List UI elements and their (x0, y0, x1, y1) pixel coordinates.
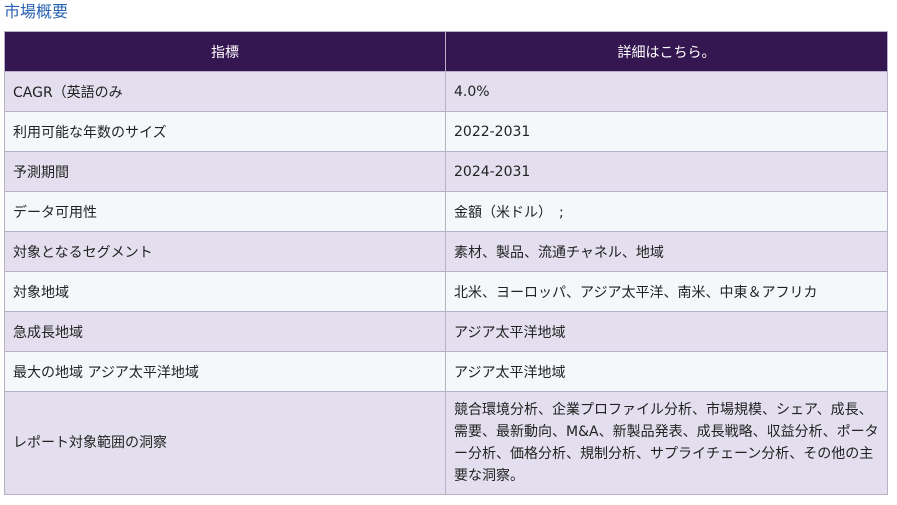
metric-cell: 対象となるセグメント (4, 231, 446, 272)
table-header-row: 指標 詳細はこちら。 (4, 31, 888, 72)
detail-cell: 2024-2031 (445, 151, 888, 192)
table-row: 利用可能な年数のサイズ 2022-2031 (4, 111, 888, 152)
metric-cell: 対象地域 (4, 271, 446, 312)
metric-cell: 予測期間 (4, 151, 446, 192)
table-row: 対象地域 北米、ヨーロッパ、アジア太平洋、南米、中東＆アフリカ (4, 271, 888, 312)
metric-cell: CAGR（英語のみ (4, 71, 446, 112)
detail-cell: 2022-2031 (445, 111, 888, 152)
header-detail: 詳細はこちら。 (445, 31, 888, 72)
table-row: CAGR（英語のみ 4.0% (4, 71, 888, 112)
section-title: 市場概要 (4, 2, 69, 21)
table-row: 急成長地域 アジア太平洋地域 (4, 311, 888, 352)
detail-cell: 金額（米ドル） ; (445, 191, 888, 232)
metric-cell: 利用可能な年数のサイズ (4, 111, 446, 152)
table-row: 対象となるセグメント 素材、製品、流通チャネル、地域 (4, 231, 888, 272)
detail-cell: 素材、製品、流通チャネル、地域 (445, 231, 888, 272)
metric-cell: レポート対象範囲の洞察 (4, 391, 446, 495)
detail-cell: 競合環境分析、企業プロファイル分析、市場規模、シェア、成長、需要、最新動向、M&… (445, 391, 888, 495)
header-metric: 指標 (4, 31, 446, 72)
market-overview-table: 指標 詳細はこちら。 CAGR（英語のみ 4.0% 利用可能な年数のサイズ 20… (4, 31, 888, 495)
table-row: データ可用性 金額（米ドル） ; (4, 191, 888, 232)
metric-cell: 急成長地域 (4, 311, 446, 352)
metric-cell: 最大の地域 アジア太平洋地域 (4, 351, 446, 392)
metric-cell: データ可用性 (4, 191, 446, 232)
detail-cell: 4.0% (445, 71, 888, 112)
table-row: 予測期間 2024-2031 (4, 151, 888, 192)
table-row: レポート対象範囲の洞察 競合環境分析、企業プロファイル分析、市場規模、シェア、成… (4, 391, 888, 495)
detail-cell: アジア太平洋地域 (445, 311, 888, 352)
table-row: 最大の地域 アジア太平洋地域 アジア太平洋地域 (4, 351, 888, 392)
detail-cell: アジア太平洋地域 (445, 351, 888, 392)
detail-cell: 北米、ヨーロッパ、アジア太平洋、南米、中東＆アフリカ (445, 271, 888, 312)
